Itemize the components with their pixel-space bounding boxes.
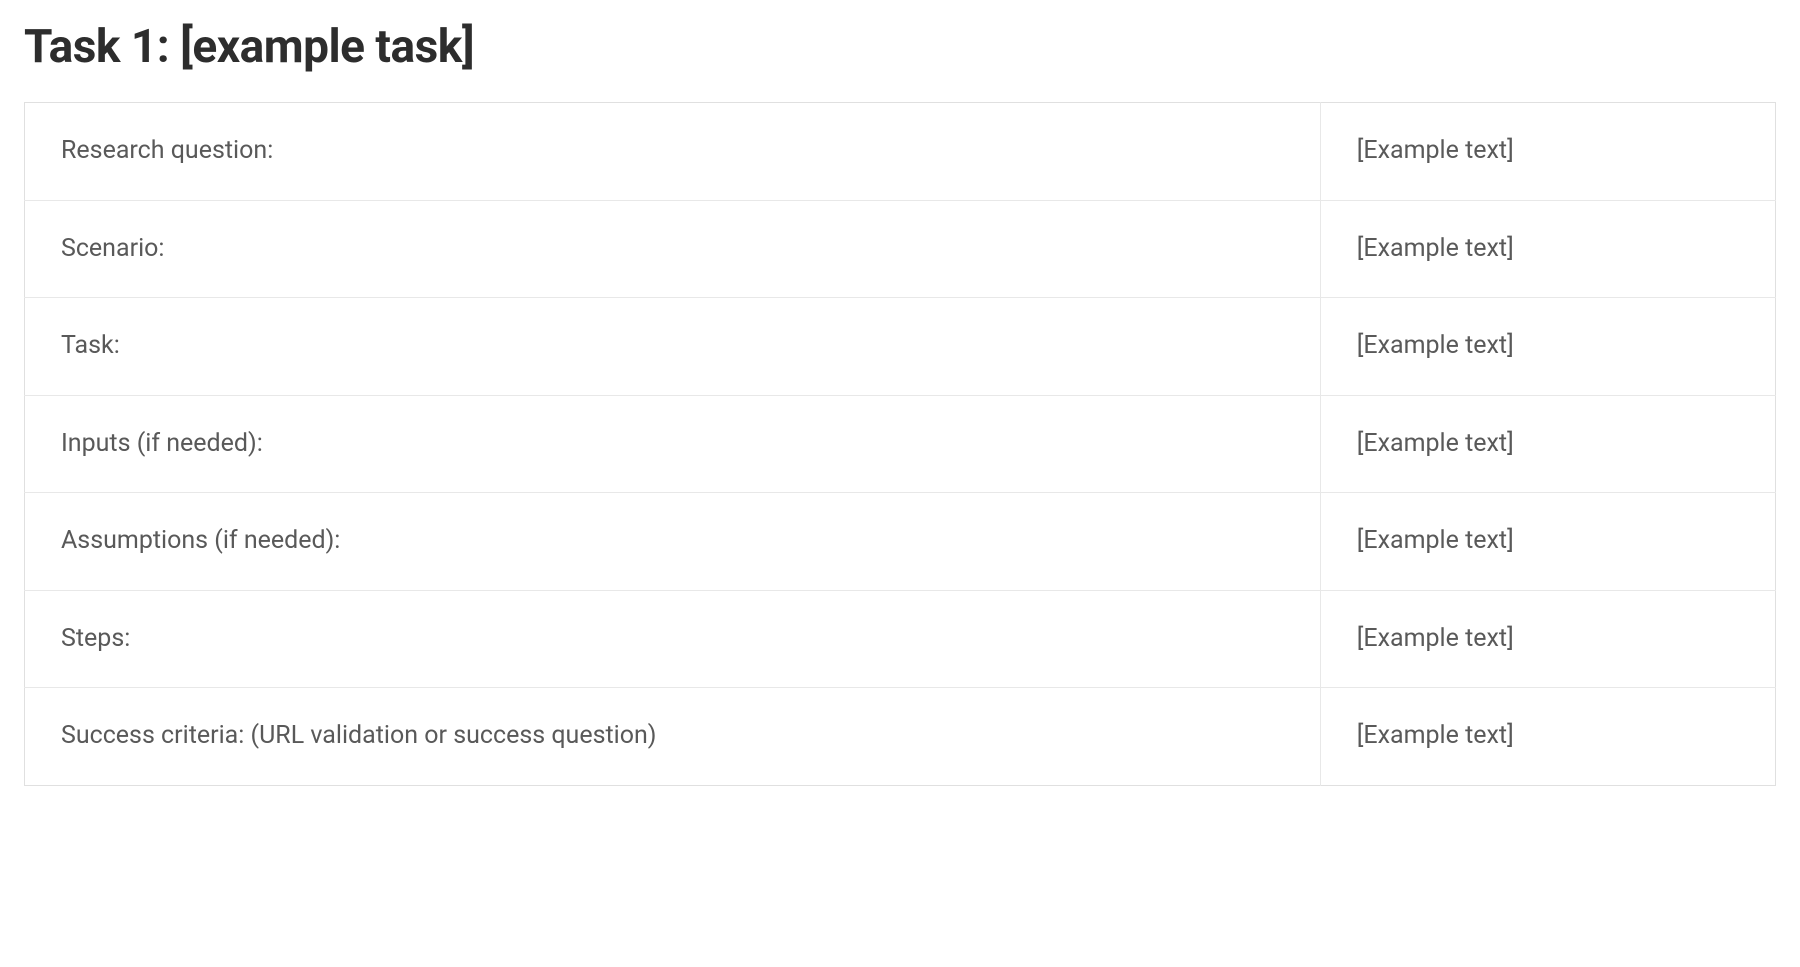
table-row: Task: [Example text]: [25, 298, 1776, 396]
task-definition-table: Research question: [Example text] Scenar…: [24, 102, 1776, 786]
row-label-steps: Steps:: [25, 590, 1321, 688]
row-label-success-criteria: Success criteria: (URL validation or suc…: [25, 688, 1321, 786]
row-label-assumptions: Assumptions (if needed):: [25, 493, 1321, 591]
row-value-success-criteria: [Example text]: [1320, 688, 1775, 786]
task-heading: Task 1: [example task]: [24, 20, 1776, 74]
row-value-task: [Example text]: [1320, 298, 1775, 396]
row-label-scenario: Scenario:: [25, 200, 1321, 298]
row-value-research-question: [Example text]: [1320, 103, 1775, 201]
table-row: Research question: [Example text]: [25, 103, 1776, 201]
row-label-task: Task:: [25, 298, 1321, 396]
table-row: Steps: [Example text]: [25, 590, 1776, 688]
row-value-assumptions: [Example text]: [1320, 493, 1775, 591]
row-value-scenario: [Example text]: [1320, 200, 1775, 298]
table-row: Inputs (if needed): [Example text]: [25, 395, 1776, 493]
table-row: Success criteria: (URL validation or suc…: [25, 688, 1776, 786]
row-value-steps: [Example text]: [1320, 590, 1775, 688]
row-label-inputs: Inputs (if needed):: [25, 395, 1321, 493]
table-row: Scenario: [Example text]: [25, 200, 1776, 298]
row-value-inputs: [Example text]: [1320, 395, 1775, 493]
table-row: Assumptions (if needed): [Example text]: [25, 493, 1776, 591]
row-label-research-question: Research question:: [25, 103, 1321, 201]
